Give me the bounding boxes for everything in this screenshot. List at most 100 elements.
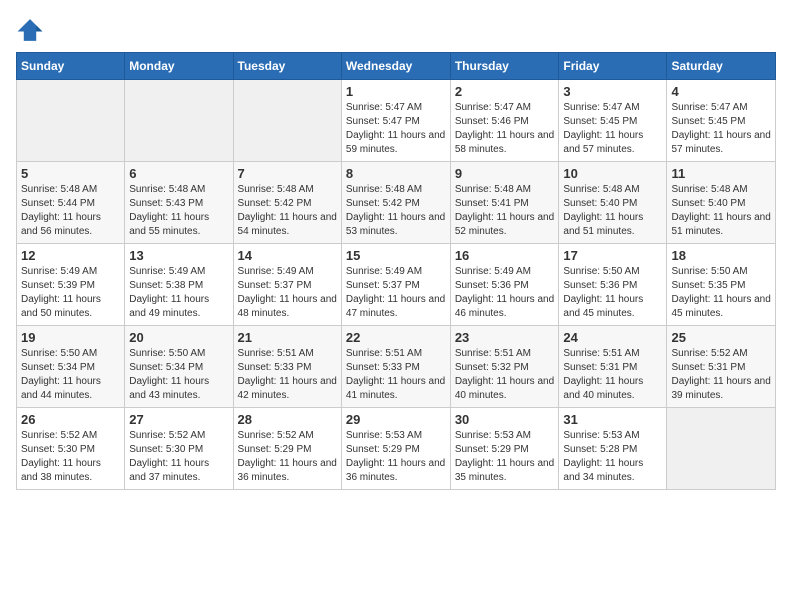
- calendar-cell: 4 Sunrise: 5:47 AM Sunset: 5:45 PM Dayli…: [667, 80, 776, 162]
- day-number: 14: [238, 248, 337, 263]
- day-number: 1: [346, 84, 446, 99]
- calendar-cell: 19 Sunrise: 5:50 AM Sunset: 5:34 PM Dayl…: [17, 326, 125, 408]
- calendar-cell: 6 Sunrise: 5:48 AM Sunset: 5:43 PM Dayli…: [125, 162, 233, 244]
- weekday-header-monday: Monday: [125, 53, 233, 80]
- day-info: Sunrise: 5:52 AM Sunset: 5:30 PM Dayligh…: [129, 429, 228, 485]
- calendar-cell: 20 Sunrise: 5:50 AM Sunset: 5:34 PM Dayl…: [125, 326, 233, 408]
- day-number: 30: [455, 412, 555, 427]
- weekday-header-wednesday: Wednesday: [341, 53, 450, 80]
- calendar-cell: 15 Sunrise: 5:49 AM Sunset: 5:37 PM Dayl…: [341, 244, 450, 326]
- day-number: 28: [238, 412, 337, 427]
- calendar-cell: 21 Sunrise: 5:51 AM Sunset: 5:33 PM Dayl…: [233, 326, 341, 408]
- calendar-cell: 12 Sunrise: 5:49 AM Sunset: 5:39 PM Dayl…: [17, 244, 125, 326]
- day-info: Sunrise: 5:51 AM Sunset: 5:32 PM Dayligh…: [455, 347, 555, 403]
- day-info: Sunrise: 5:51 AM Sunset: 5:33 PM Dayligh…: [346, 347, 446, 403]
- calendar-cell: 30 Sunrise: 5:53 AM Sunset: 5:29 PM Dayl…: [450, 408, 559, 490]
- day-info: Sunrise: 5:49 AM Sunset: 5:36 PM Dayligh…: [455, 265, 555, 321]
- day-info: Sunrise: 5:50 AM Sunset: 5:34 PM Dayligh…: [129, 347, 228, 403]
- calendar-week-2: 12 Sunrise: 5:49 AM Sunset: 5:39 PM Dayl…: [17, 244, 776, 326]
- calendar-cell: 25 Sunrise: 5:52 AM Sunset: 5:31 PM Dayl…: [667, 326, 776, 408]
- day-info: Sunrise: 5:50 AM Sunset: 5:36 PM Dayligh…: [563, 265, 662, 321]
- day-number: 23: [455, 330, 555, 345]
- day-info: Sunrise: 5:51 AM Sunset: 5:33 PM Dayligh…: [238, 347, 337, 403]
- weekday-header-thursday: Thursday: [450, 53, 559, 80]
- calendar-week-1: 5 Sunrise: 5:48 AM Sunset: 5:44 PM Dayli…: [17, 162, 776, 244]
- calendar-cell: 23 Sunrise: 5:51 AM Sunset: 5:32 PM Dayl…: [450, 326, 559, 408]
- weekday-header-friday: Friday: [559, 53, 667, 80]
- calendar-cell: 13 Sunrise: 5:49 AM Sunset: 5:38 PM Dayl…: [125, 244, 233, 326]
- day-info: Sunrise: 5:48 AM Sunset: 5:40 PM Dayligh…: [671, 183, 771, 239]
- calendar-cell: 24 Sunrise: 5:51 AM Sunset: 5:31 PM Dayl…: [559, 326, 667, 408]
- day-info: Sunrise: 5:48 AM Sunset: 5:42 PM Dayligh…: [238, 183, 337, 239]
- calendar-cell: 7 Sunrise: 5:48 AM Sunset: 5:42 PM Dayli…: [233, 162, 341, 244]
- calendar-table: SundayMondayTuesdayWednesdayThursdayFrid…: [16, 52, 776, 490]
- day-number: 26: [21, 412, 120, 427]
- calendar-cell: 14 Sunrise: 5:49 AM Sunset: 5:37 PM Dayl…: [233, 244, 341, 326]
- calendar-cell: 26 Sunrise: 5:52 AM Sunset: 5:30 PM Dayl…: [17, 408, 125, 490]
- day-number: 4: [671, 84, 771, 99]
- day-info: Sunrise: 5:53 AM Sunset: 5:29 PM Dayligh…: [346, 429, 446, 485]
- calendar-cell: 9 Sunrise: 5:48 AM Sunset: 5:41 PM Dayli…: [450, 162, 559, 244]
- calendar-week-4: 26 Sunrise: 5:52 AM Sunset: 5:30 PM Dayl…: [17, 408, 776, 490]
- calendar-cell: 18 Sunrise: 5:50 AM Sunset: 5:35 PM Dayl…: [667, 244, 776, 326]
- day-number: 5: [21, 166, 120, 181]
- day-number: 2: [455, 84, 555, 99]
- calendar-cell: [233, 80, 341, 162]
- day-number: 25: [671, 330, 771, 345]
- day-info: Sunrise: 5:47 AM Sunset: 5:47 PM Dayligh…: [346, 101, 446, 157]
- day-info: Sunrise: 5:49 AM Sunset: 5:38 PM Dayligh…: [129, 265, 228, 321]
- day-info: Sunrise: 5:49 AM Sunset: 5:37 PM Dayligh…: [346, 265, 446, 321]
- day-number: 12: [21, 248, 120, 263]
- day-number: 22: [346, 330, 446, 345]
- day-info: Sunrise: 5:47 AM Sunset: 5:45 PM Dayligh…: [671, 101, 771, 157]
- day-number: 3: [563, 84, 662, 99]
- day-info: Sunrise: 5:50 AM Sunset: 5:35 PM Dayligh…: [671, 265, 771, 321]
- calendar-cell: 10 Sunrise: 5:48 AM Sunset: 5:40 PM Dayl…: [559, 162, 667, 244]
- day-info: Sunrise: 5:47 AM Sunset: 5:45 PM Dayligh…: [563, 101, 662, 157]
- weekday-header-tuesday: Tuesday: [233, 53, 341, 80]
- calendar-cell: 31 Sunrise: 5:53 AM Sunset: 5:28 PM Dayl…: [559, 408, 667, 490]
- logo-icon: [16, 16, 44, 44]
- day-info: Sunrise: 5:49 AM Sunset: 5:37 PM Dayligh…: [238, 265, 337, 321]
- day-info: Sunrise: 5:53 AM Sunset: 5:28 PM Dayligh…: [563, 429, 662, 485]
- calendar-cell: 22 Sunrise: 5:51 AM Sunset: 5:33 PM Dayl…: [341, 326, 450, 408]
- day-number: 9: [455, 166, 555, 181]
- day-number: 21: [238, 330, 337, 345]
- day-number: 19: [21, 330, 120, 345]
- day-info: Sunrise: 5:48 AM Sunset: 5:40 PM Dayligh…: [563, 183, 662, 239]
- day-number: 18: [671, 248, 771, 263]
- day-info: Sunrise: 5:52 AM Sunset: 5:31 PM Dayligh…: [671, 347, 771, 403]
- day-info: Sunrise: 5:52 AM Sunset: 5:29 PM Dayligh…: [238, 429, 337, 485]
- calendar-cell: 17 Sunrise: 5:50 AM Sunset: 5:36 PM Dayl…: [559, 244, 667, 326]
- day-number: 20: [129, 330, 228, 345]
- day-number: 16: [455, 248, 555, 263]
- calendar-cell: 1 Sunrise: 5:47 AM Sunset: 5:47 PM Dayli…: [341, 80, 450, 162]
- calendar-week-3: 19 Sunrise: 5:50 AM Sunset: 5:34 PM Dayl…: [17, 326, 776, 408]
- calendar-body: 1 Sunrise: 5:47 AM Sunset: 5:47 PM Dayli…: [17, 80, 776, 490]
- calendar-week-0: 1 Sunrise: 5:47 AM Sunset: 5:47 PM Dayli…: [17, 80, 776, 162]
- day-number: 7: [238, 166, 337, 181]
- weekday-header-sunday: Sunday: [17, 53, 125, 80]
- calendar-cell: 8 Sunrise: 5:48 AM Sunset: 5:42 PM Dayli…: [341, 162, 450, 244]
- calendar-cell: [17, 80, 125, 162]
- day-number: 24: [563, 330, 662, 345]
- calendar-cell: [667, 408, 776, 490]
- day-number: 8: [346, 166, 446, 181]
- calendar-cell: 2 Sunrise: 5:47 AM Sunset: 5:46 PM Dayli…: [450, 80, 559, 162]
- logo: [16, 16, 48, 44]
- calendar-cell: 5 Sunrise: 5:48 AM Sunset: 5:44 PM Dayli…: [17, 162, 125, 244]
- day-info: Sunrise: 5:53 AM Sunset: 5:29 PM Dayligh…: [455, 429, 555, 485]
- calendar-cell: 11 Sunrise: 5:48 AM Sunset: 5:40 PM Dayl…: [667, 162, 776, 244]
- day-number: 29: [346, 412, 446, 427]
- weekday-header-row: SundayMondayTuesdayWednesdayThursdayFrid…: [17, 53, 776, 80]
- calendar-cell: 28 Sunrise: 5:52 AM Sunset: 5:29 PM Dayl…: [233, 408, 341, 490]
- day-number: 6: [129, 166, 228, 181]
- day-number: 10: [563, 166, 662, 181]
- day-number: 15: [346, 248, 446, 263]
- page-header: [16, 16, 776, 44]
- day-number: 13: [129, 248, 228, 263]
- calendar-cell: 3 Sunrise: 5:47 AM Sunset: 5:45 PM Dayli…: [559, 80, 667, 162]
- day-info: Sunrise: 5:47 AM Sunset: 5:46 PM Dayligh…: [455, 101, 555, 157]
- calendar-cell: 16 Sunrise: 5:49 AM Sunset: 5:36 PM Dayl…: [450, 244, 559, 326]
- weekday-header-saturday: Saturday: [667, 53, 776, 80]
